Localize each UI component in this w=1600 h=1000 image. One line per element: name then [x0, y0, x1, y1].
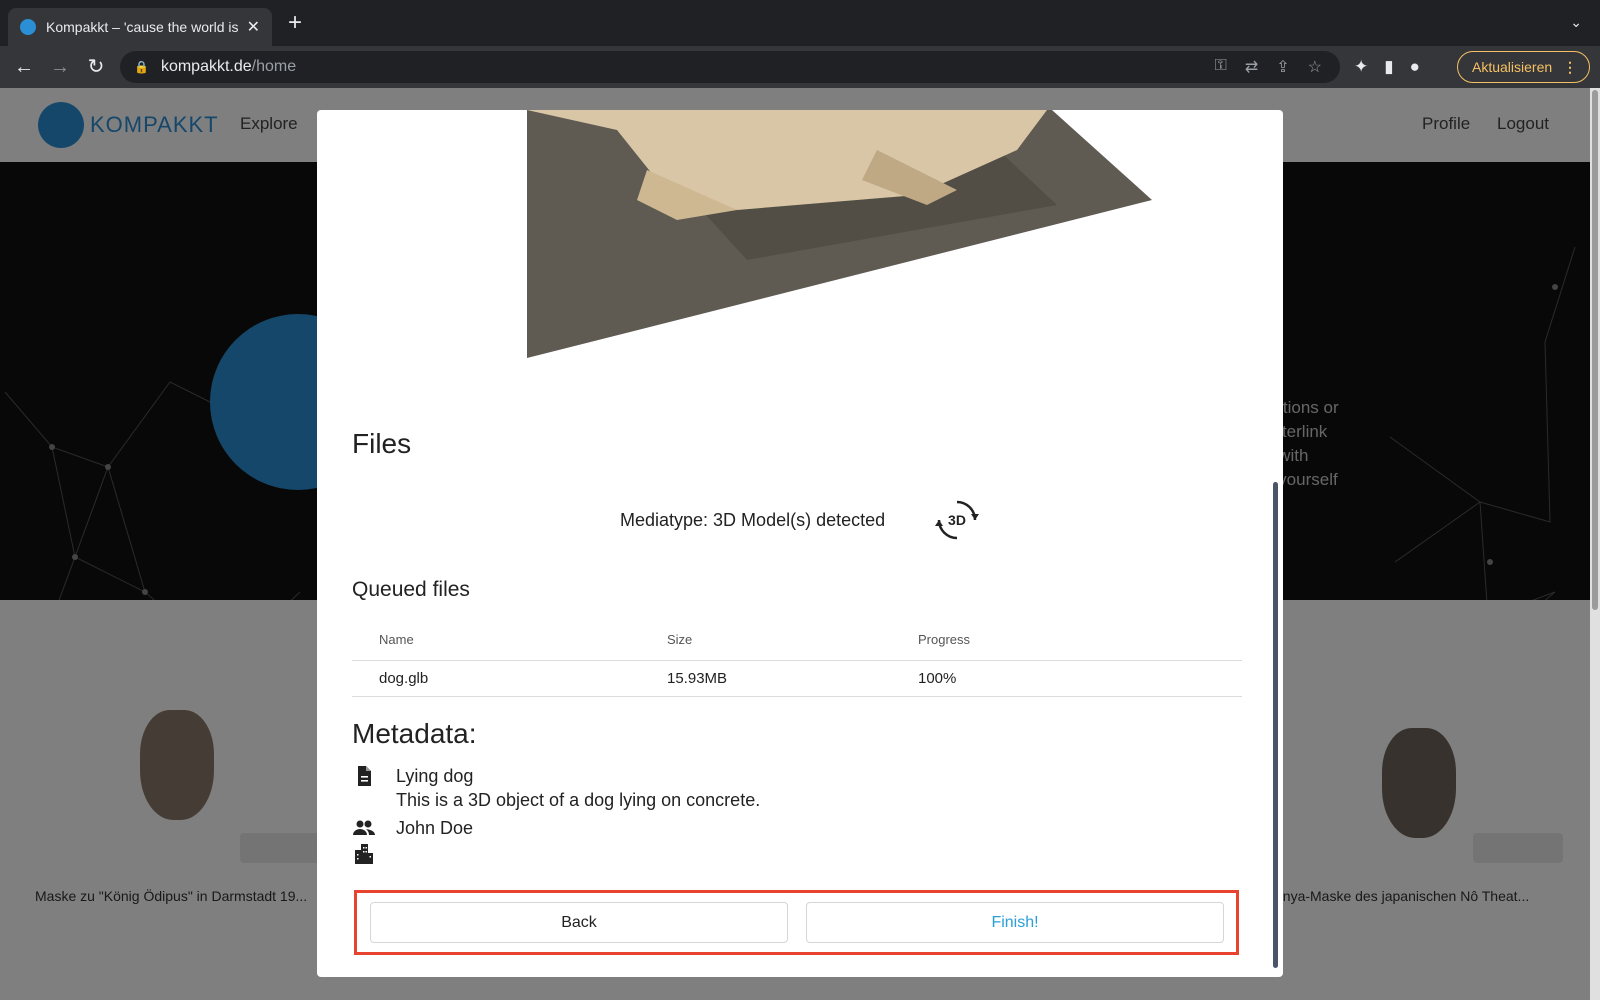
tab-title: Kompakkt – 'cause the world is — [46, 19, 239, 35]
column-header-size: Size — [667, 620, 918, 661]
column-header-name: Name — [352, 620, 667, 661]
people-icon — [353, 820, 375, 835]
menu-dots-icon[interactable]: ⋮ — [1563, 59, 1577, 76]
kompakkt-favicon-icon — [20, 19, 36, 35]
file-progress-cell: 100% — [918, 660, 1242, 697]
share-icon[interactable]: ⇪ — [1276, 57, 1289, 77]
url-domain: kompakkt.de — [160, 58, 252, 75]
browser-toolbar: ← → ↻ 🔒 kompakkt.de /home ⚿ ⇄ ⇪ ☆ ✦ ▮ ● … — [0, 46, 1600, 88]
profile-avatar-icon[interactable]: ● — [1410, 57, 1420, 77]
url-path: /home — [251, 58, 297, 75]
mediatype-text: Mediatype: 3D Model(s) detected — [620, 510, 886, 530]
metadata-person: John Doe — [396, 817, 474, 838]
dog-model-preview-image — [527, 110, 1152, 358]
table-row: dog.glb 15.93MB 100% — [352, 660, 1242, 697]
file-size-cell: 15.93MB — [667, 660, 918, 697]
browser-tab-bar: Kompakkt – 'cause the world is ✕ + ⌄ — [0, 0, 1600, 46]
table-header-row: Name Size Progress — [352, 620, 1242, 661]
page-scrollbar[interactable] — [1590, 88, 1600, 1000]
metadata-heading: Metadata: — [352, 718, 477, 749]
tab-search-chevron-icon[interactable]: ⌄ — [1570, 14, 1582, 31]
tab-close-icon[interactable]: ✕ — [247, 17, 260, 37]
metadata-description: This is a 3D object of a dog lying on co… — [396, 790, 761, 810]
queued-files-table: Name Size Progress dog.glb 15.93MB 100% — [352, 620, 1242, 697]
side-panel-icon[interactable]: ▮ — [1384, 57, 1393, 77]
file-name-cell: dog.glb — [352, 660, 667, 697]
key-icon[interactable]: ⚿ — [1215, 57, 1227, 77]
metadata-institution-row — [352, 842, 396, 866]
bookmark-star-icon[interactable]: ☆ — [1308, 57, 1322, 77]
column-header-progress: Progress — [918, 620, 1242, 661]
metadata-title-row: Lying dog — [352, 764, 473, 788]
lock-icon: 🔒 — [134, 60, 149, 74]
back-arrow-icon[interactable]: ← — [12, 55, 36, 79]
back-button[interactable]: Back — [370, 902, 788, 943]
update-button[interactable]: Aktualisieren ⋮ — [1457, 51, 1590, 83]
update-button-label: Aktualisieren — [1472, 59, 1553, 75]
browser-tab[interactable]: Kompakkt – 'cause the world is ✕ — [8, 8, 272, 46]
finish-button[interactable]: Finish! — [806, 902, 1224, 943]
document-icon — [358, 766, 371, 786]
metadata-description-row: This is a 3D object of a dog lying on co… — [396, 790, 760, 811]
reload-icon[interactable]: ↻ — [84, 55, 108, 79]
building-icon — [355, 844, 373, 864]
3d-model-icon: 3D — [935, 500, 979, 540]
files-heading: Files — [352, 428, 412, 459]
svg-text:3D: 3D — [948, 512, 966, 528]
extensions-icon[interactable]: ✦ — [1354, 57, 1368, 77]
forward-arrow-icon[interactable]: → — [48, 55, 72, 79]
new-tab-button[interactable]: + — [288, 11, 302, 35]
address-bar[interactable]: 🔒 kompakkt.de /home ⚿ ⇄ ⇪ ☆ — [120, 51, 1340, 83]
upload-dialog: Files Mediatype: 3D Model(s) detected 3D… — [317, 110, 1283, 977]
dialog-scrollbar[interactable] — [1273, 482, 1278, 968]
model-preview[interactable] — [317, 110, 1283, 390]
translate-icon[interactable]: ⇄ — [1245, 57, 1258, 77]
metadata-person-row: John Doe — [352, 816, 473, 840]
metadata-title: Lying dog — [396, 765, 474, 786]
queued-files-heading: Queued files — [352, 578, 470, 601]
